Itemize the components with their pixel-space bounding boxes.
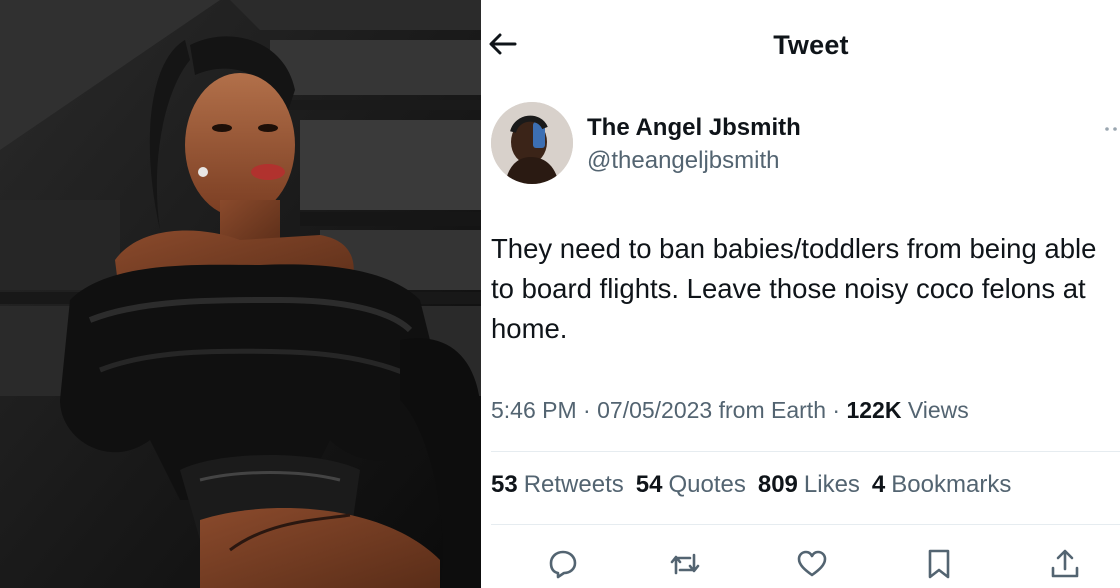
user-handle[interactable]: @theangeljbsmith <box>587 147 779 175</box>
heart-icon <box>797 550 827 577</box>
tweet-panel: Tweet The Angel Jbsmith @theangeljbsmith… <box>481 0 1120 588</box>
retweets-count: 53 <box>491 471 518 498</box>
reply-icon <box>549 550 577 579</box>
retweets-label: Retweets <box>523 471 624 498</box>
more-options-button[interactable] <box>1101 121 1120 131</box>
quotes-label: Quotes <box>668 471 746 498</box>
stat-retweets[interactable]: 53 Retweets <box>491 471 624 499</box>
reply-button[interactable] <box>545 546 581 582</box>
bookmarks-label: Bookmarks <box>891 471 1012 498</box>
divider <box>491 451 1120 452</box>
action-bar <box>481 540 1120 588</box>
bookmarks-count: 4 <box>871 471 886 498</box>
retweet-icon <box>670 553 700 575</box>
likes-count: 809 <box>757 471 798 498</box>
views-count: 122K <box>846 397 902 423</box>
arrow-left-icon <box>489 33 517 55</box>
avatar-image <box>491 102 573 184</box>
tweet-text: They need to ban babies/toddlers from be… <box>491 233 1097 344</box>
photo-panel <box>0 0 481 588</box>
avatar[interactable] <box>491 102 573 184</box>
meta-separator: · <box>832 397 847 423</box>
display-name[interactable]: The Angel Jbsmith <box>587 114 801 142</box>
like-button[interactable] <box>794 546 830 582</box>
retweet-button[interactable] <box>667 546 703 582</box>
page-title: Tweet <box>773 30 849 60</box>
meta-separator: · <box>583 397 598 423</box>
tweet-header: Tweet <box>481 0 1120 88</box>
tweet-meta: 5:46 PM · 07/05/2023 from Earth · 122K V… <box>491 397 969 424</box>
likes-label: Likes <box>803 471 860 498</box>
back-button[interactable] <box>485 26 521 62</box>
views-label: Views <box>907 397 969 423</box>
bookmark-button[interactable] <box>921 546 957 582</box>
bookmark-icon <box>928 549 950 579</box>
stat-bookmarks[interactable]: 4 Bookmarks <box>872 471 1011 499</box>
engagement-stats: 53 Retweets 54 Quotes 809 Likes 4 Bookmarks <box>491 471 1011 499</box>
tweet-source: from Earth <box>718 397 826 423</box>
tweet-time[interactable]: 5:46 PM <box>491 397 577 423</box>
stat-quotes[interactable]: 54 Quotes <box>636 471 746 499</box>
share-icon <box>1051 549 1079 578</box>
stat-likes[interactable]: 809 Likes <box>758 471 860 499</box>
more-dots-icon <box>1105 127 1117 131</box>
woman-photo <box>0 0 481 588</box>
quotes-count: 54 <box>635 471 663 498</box>
share-button[interactable] <box>1047 546 1083 582</box>
tweet-date[interactable]: 07/05/2023 <box>597 397 712 423</box>
divider <box>491 524 1120 525</box>
